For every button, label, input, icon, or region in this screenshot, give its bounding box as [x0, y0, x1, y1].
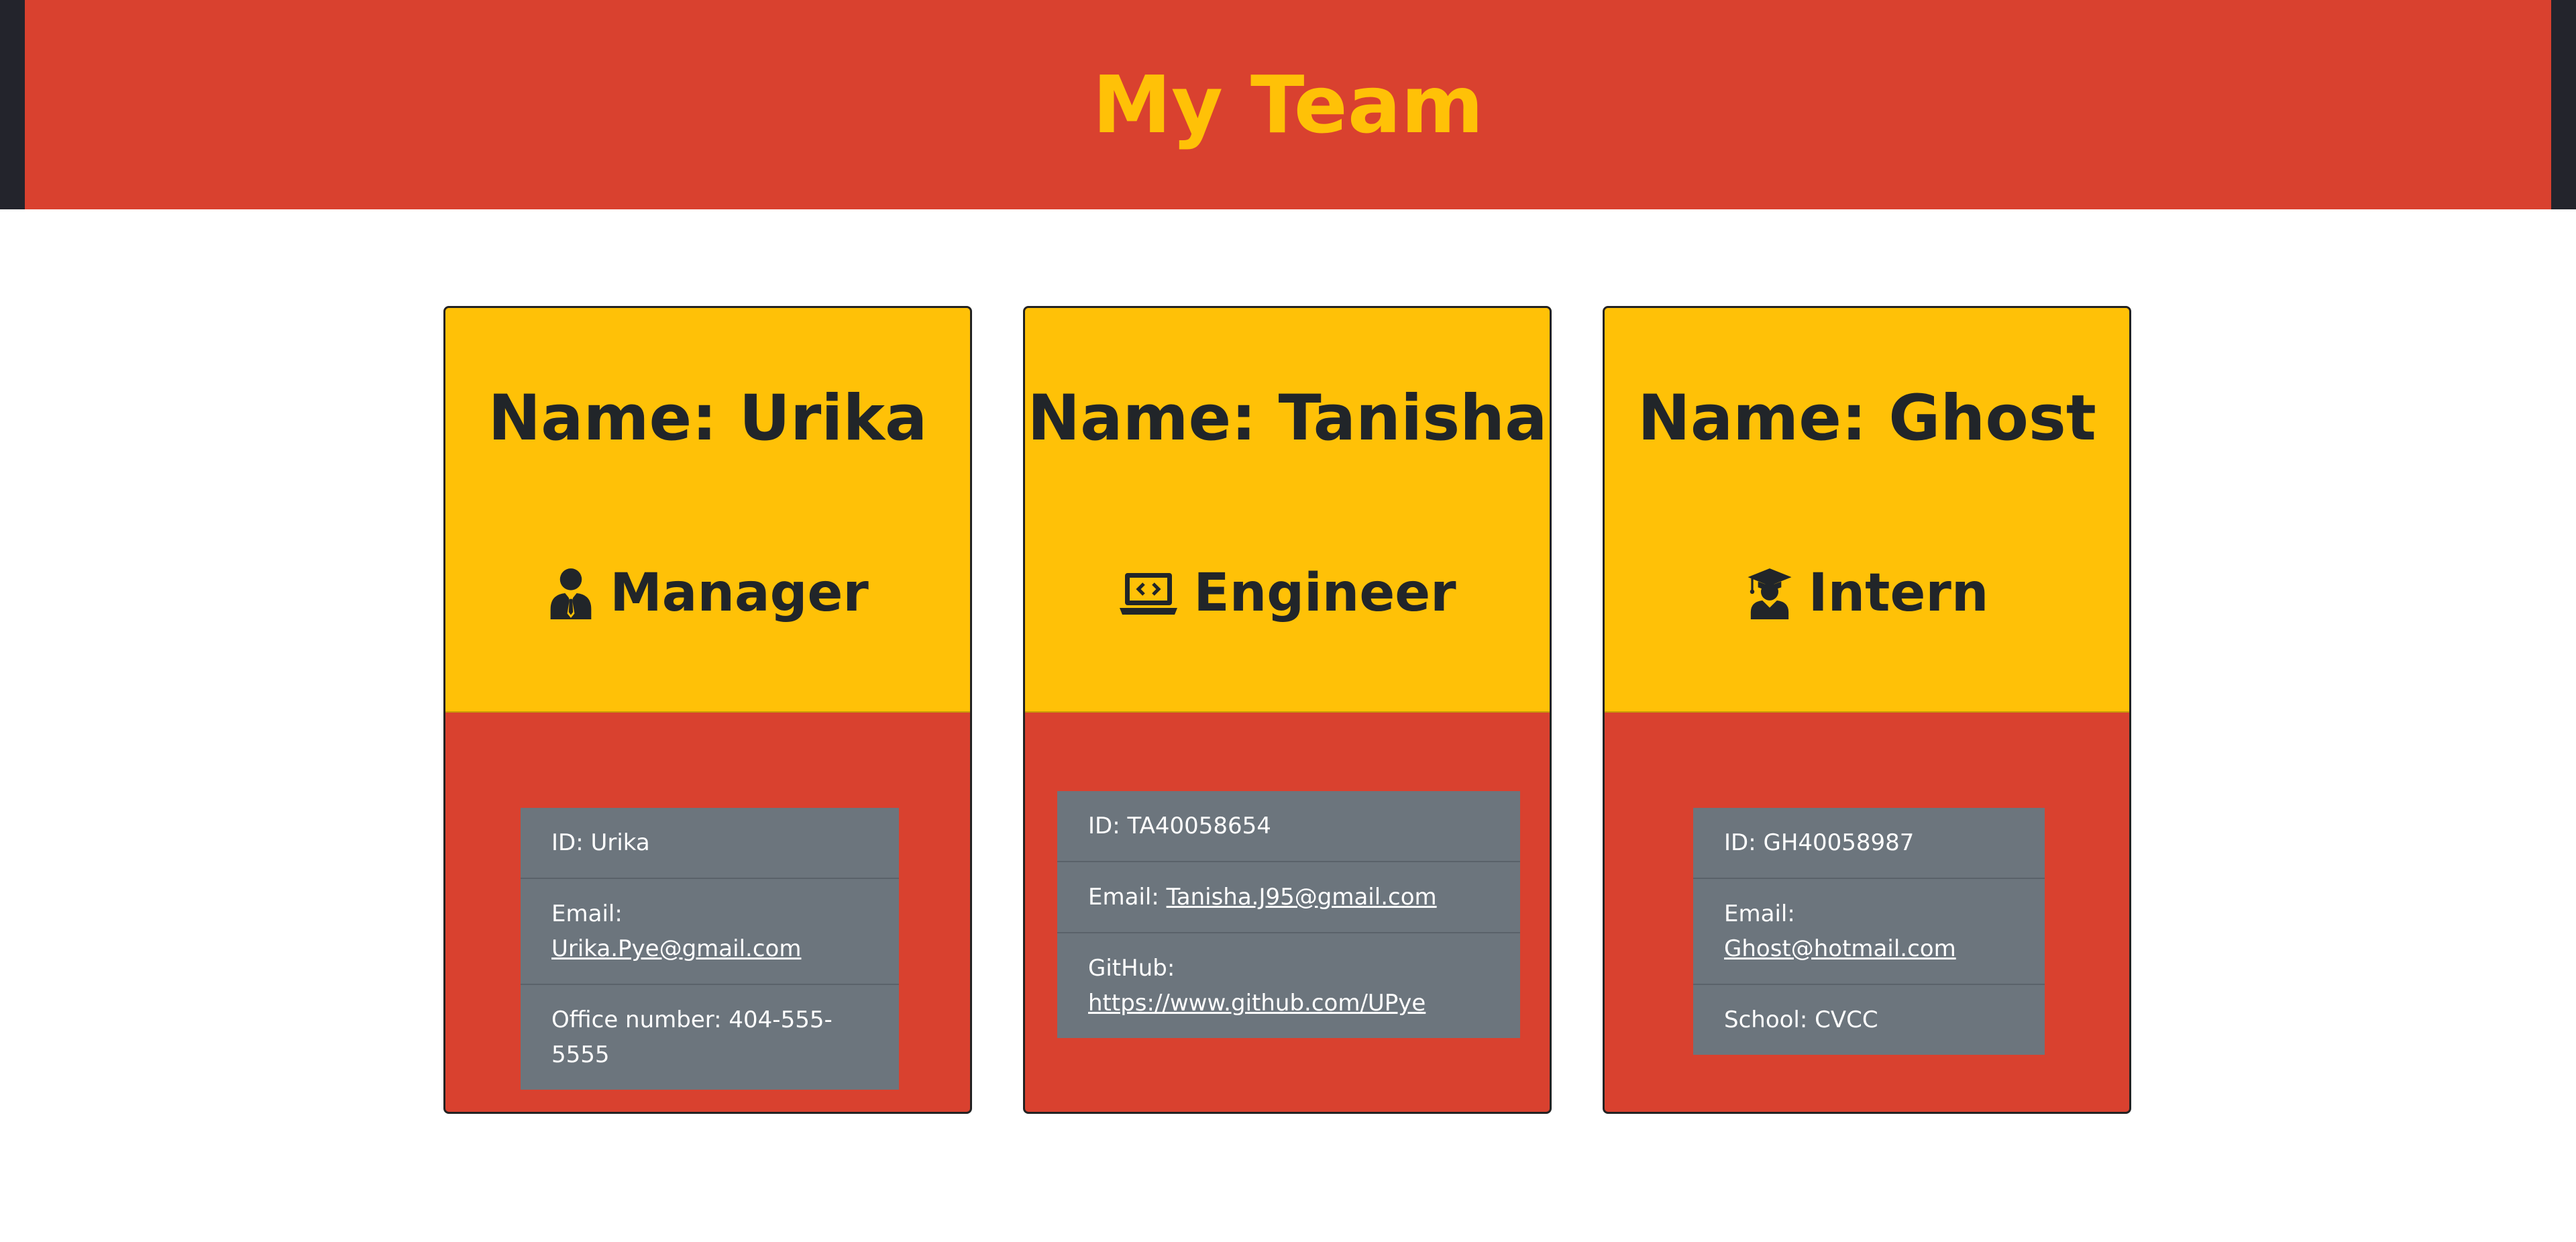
- page-title: My Team: [1092, 58, 1484, 151]
- role-label: Engineer: [1193, 563, 1456, 623]
- employee-info-list: ID: GH40058987 Email: Ghost@hotmail.com …: [1693, 808, 2045, 1055]
- list-item-email: Email: Ghost@hotmail.com: [1693, 879, 2045, 985]
- github-label: GitHub:: [1088, 955, 1175, 982]
- employee-role: Manager: [445, 563, 970, 623]
- list-item-email: Email: Urika.Pye@gmail.com: [521, 879, 899, 985]
- employee-card-intern: Name: Ghost Intern ID: GH40058987 Email:…: [1603, 306, 2131, 1114]
- list-item-email: Email: Tanisha.J95@gmail.com: [1057, 862, 1520, 933]
- employee-info-list: ID: Urika Email: Urika.Pye@gmail.com Off…: [521, 808, 899, 1090]
- employee-name: Name: Tanisha: [1027, 382, 1548, 455]
- card-header: Name: Ghost Intern: [1605, 308, 2129, 713]
- employee-card-manager: Name: Urika Manager ID: Urika Email: Uri…: [443, 306, 972, 1114]
- card-header: Name: Tanisha Engineer: [1025, 308, 1550, 713]
- github-link[interactable]: https://www.github.com/UPye: [1088, 990, 1426, 1017]
- graduate-icon: [1746, 567, 1794, 619]
- role-label: Intern: [1808, 563, 1989, 623]
- employee-card-engineer: Name: Tanisha Engineer ID: TA40058654 Em…: [1023, 306, 1552, 1114]
- employee-info-list: ID: TA40058654 Email: Tanisha.J95@gmail.…: [1057, 791, 1520, 1038]
- window-frame-right: [2551, 0, 2576, 209]
- list-item-id: ID: Urika: [521, 808, 899, 879]
- email-link[interactable]: Urika.Pye@gmail.com: [551, 935, 801, 962]
- employee-role: Engineer: [1025, 563, 1550, 623]
- email-link[interactable]: Ghost@hotmail.com: [1724, 935, 1956, 962]
- manager-icon: [547, 567, 595, 619]
- card-header: Name: Urika Manager: [445, 308, 970, 713]
- office-number-text: Office number: 404-555-5555: [551, 1006, 833, 1068]
- laptop-code-icon: [1118, 567, 1179, 619]
- list-item-github: GitHub: https://www.github.com/UPye: [1057, 933, 1520, 1038]
- id-text: ID: GH40058987: [1724, 829, 1915, 856]
- page-header: My Team: [25, 0, 2551, 209]
- email-label: Email:: [1724, 900, 1795, 927]
- employee-name: Name: Ghost: [1638, 382, 2096, 455]
- id-text: ID: TA40058654: [1088, 813, 1271, 839]
- employee-name: Name: Urika: [488, 382, 928, 455]
- email-link[interactable]: Tanisha.J95@gmail.com: [1167, 884, 1437, 911]
- list-item-office-number: Office number: 404-555-5555: [521, 985, 899, 1090]
- email-label: Email:: [551, 900, 623, 927]
- email-label: Email:: [1088, 884, 1167, 911]
- window-frame-left: [0, 0, 25, 209]
- school-text: School: CVCC: [1724, 1006, 1878, 1033]
- role-label: Manager: [610, 563, 869, 623]
- employee-role: Intern: [1605, 563, 2129, 623]
- list-item-id: ID: GH40058987: [1693, 808, 2045, 879]
- list-item-id: ID: TA40058654: [1057, 791, 1520, 862]
- id-text: ID: Urika: [551, 829, 650, 856]
- list-item-school: School: CVCC: [1693, 985, 2045, 1055]
